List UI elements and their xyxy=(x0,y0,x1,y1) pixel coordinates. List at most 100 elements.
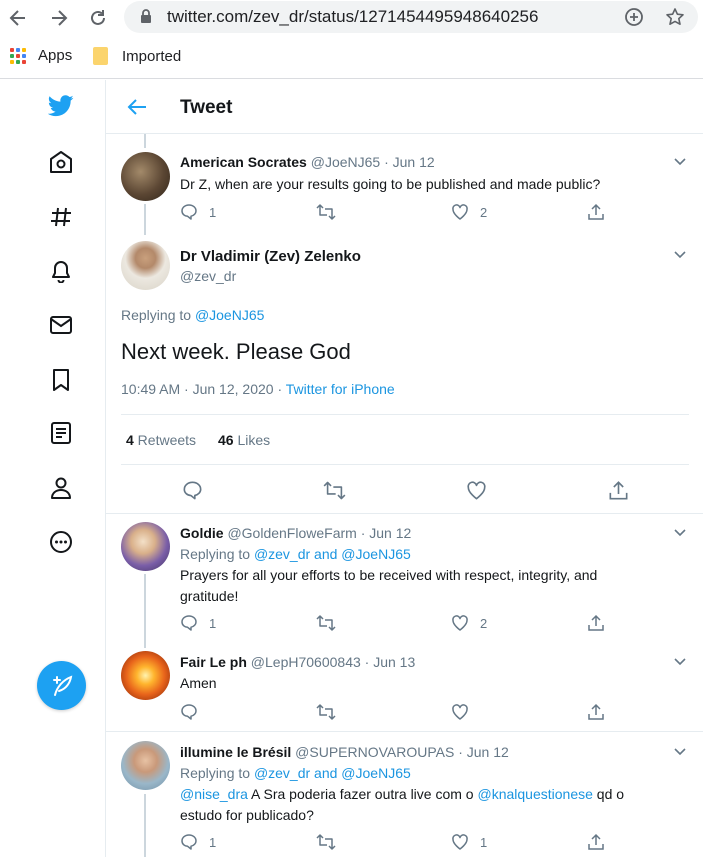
share-icon xyxy=(588,833,604,850)
share-icon xyxy=(609,481,628,500)
avatar[interactable] xyxy=(121,522,170,571)
tweet-date[interactable]: · Jun 12 xyxy=(458,744,509,760)
share-button[interactable] xyxy=(608,480,640,501)
folder-icon xyxy=(93,47,108,65)
reload-icon xyxy=(91,10,105,25)
share-button[interactable] xyxy=(587,614,616,632)
like-button[interactable]: 2 xyxy=(451,614,487,632)
chevron-down-icon[interactable] xyxy=(673,527,687,537)
profile-icon[interactable] xyxy=(48,475,74,501)
forward-button[interactable] xyxy=(46,5,72,31)
tweet-timestamp[interactable]: 10:49 AM · Jun 12, 2020 · xyxy=(121,381,286,397)
author-handle[interactable]: @zev_dr xyxy=(180,268,236,284)
mention-link[interactable]: @zev_dr and @JoeNJ65 xyxy=(254,546,411,562)
bookmarks-icon[interactable] xyxy=(48,367,74,393)
share-button[interactable] xyxy=(587,703,616,721)
author-handle[interactable]: @SUPERNOVAROUPAS xyxy=(295,744,454,760)
mention-link[interactable]: @nise_dra xyxy=(180,786,248,802)
address-bar[interactable]: twitter.com/zev_dr/status/12714544959486… xyxy=(124,1,698,33)
author-name[interactable]: Fair Le ph xyxy=(180,654,247,670)
share-button[interactable] xyxy=(587,833,616,851)
compose-tweet-button[interactable] xyxy=(37,661,86,710)
tweet-date[interactable]: · Jun 12 xyxy=(384,154,435,170)
bookmark-apps[interactable]: Apps xyxy=(10,47,72,64)
back-button[interactable] xyxy=(5,5,31,31)
retweet-button[interactable] xyxy=(323,480,357,501)
tweet-text: Amen xyxy=(180,675,217,691)
home-icon[interactable] xyxy=(48,149,74,175)
chevron-down-icon[interactable] xyxy=(673,656,687,666)
avatar[interactable] xyxy=(121,741,170,790)
reply-button[interactable]: 1 xyxy=(180,614,216,632)
reply-tweet[interactable]: Fair Le ph @LepH70600843 · Jun 13 Amen xyxy=(106,632,703,731)
like-button[interactable]: 2 xyxy=(451,203,487,221)
explore-hashtag-icon[interactable] xyxy=(48,204,74,230)
tweet-date[interactable]: · Jun 12 xyxy=(361,525,412,541)
tweet-text: Next week. Please God xyxy=(121,339,351,364)
heart-icon xyxy=(452,834,468,850)
reply-button[interactable] xyxy=(182,480,214,501)
tweet-actions: 1 2 xyxy=(180,614,610,634)
focused-tweet: Dr Vladimir (Zev) Zelenko @zev_dr Replyi… xyxy=(106,235,703,513)
lists-icon[interactable] xyxy=(48,420,74,446)
parent-tweet[interactable]: American Socrates @JoeNJ65 · Jun 12 Dr Z… xyxy=(106,134,703,235)
reply-count: 1 xyxy=(209,204,217,220)
retweet-icon xyxy=(316,704,336,720)
author-name[interactable]: American Socrates xyxy=(180,154,307,170)
add-icon[interactable] xyxy=(624,7,644,27)
sidebar-nav xyxy=(0,80,106,857)
retweets-stat[interactable]: 4 Retweets xyxy=(126,432,196,448)
mention-link[interactable]: @knalquestionese xyxy=(478,786,593,802)
star-icon[interactable] xyxy=(665,7,685,27)
likes-stat[interactable]: 46 Likes xyxy=(218,432,270,448)
forward-arrow-icon xyxy=(52,10,68,26)
reply-button[interactable] xyxy=(180,703,209,721)
retweet-button[interactable] xyxy=(316,703,347,721)
retweet-button[interactable] xyxy=(316,833,347,851)
author-handle[interactable]: @LepH70600843 xyxy=(251,654,361,670)
chevron-down-icon[interactable] xyxy=(673,156,687,166)
like-button[interactable] xyxy=(466,480,498,501)
share-icon xyxy=(588,703,604,720)
like-count: 1 xyxy=(480,834,488,850)
reply-count: 1 xyxy=(209,834,217,850)
reply-button[interactable]: 1 xyxy=(180,833,216,851)
reply-tweet[interactable]: Goldie @GoldenFloweFarm · Jun 12 Replyin… xyxy=(106,514,703,632)
author-handle[interactable]: @JoeNJ65 xyxy=(311,154,380,170)
chevron-down-icon[interactable] xyxy=(673,746,687,756)
tweet-date[interactable]: · Jun 13 xyxy=(365,654,416,670)
tweet-source[interactable]: Twitter for iPhone xyxy=(286,381,395,397)
author-name[interactable]: Dr Vladimir (Zev) Zelenko xyxy=(180,248,361,265)
back-arrow-icon[interactable] xyxy=(126,96,148,118)
tweet-text: Prayers for all your efforts to be recei… xyxy=(180,567,598,604)
reply-button[interactable]: 1 xyxy=(180,203,216,221)
retweet-button[interactable] xyxy=(316,614,347,632)
reply-tweet[interactable]: illumine le Brésil @SUPERNOVAROUPAS · Ju… xyxy=(106,732,703,857)
replying-to: Replying to @zev_dr and @JoeNJ65 xyxy=(180,765,411,781)
like-button[interactable] xyxy=(451,703,480,721)
messages-envelope-icon[interactable] xyxy=(48,312,74,338)
retweet-button[interactable] xyxy=(316,203,347,221)
like-button[interactable]: 1 xyxy=(451,833,487,851)
avatar[interactable] xyxy=(121,152,170,201)
avatar[interactable] xyxy=(121,651,170,700)
share-icon xyxy=(588,203,604,220)
bookmark-label: Apps xyxy=(38,47,73,64)
author-handle[interactable]: @GoldenFloweFarm xyxy=(227,525,356,541)
twitter-logo-icon[interactable] xyxy=(48,93,74,119)
retweet-icon xyxy=(316,834,336,850)
author-name[interactable]: illumine le Brésil xyxy=(180,744,291,760)
chevron-down-icon[interactable] xyxy=(673,249,687,259)
bookmark-imported[interactable]: Imported xyxy=(93,47,181,65)
share-button[interactable] xyxy=(587,203,616,221)
apps-grid-icon xyxy=(10,47,26,64)
reply-icon xyxy=(181,615,197,631)
more-icon[interactable] xyxy=(48,529,74,555)
mention-link[interactable]: @JoeNJ65 xyxy=(195,307,264,323)
author-name[interactable]: Goldie xyxy=(180,525,224,541)
reply-icon xyxy=(181,704,197,720)
reload-button[interactable] xyxy=(85,5,111,31)
avatar[interactable] xyxy=(121,241,170,290)
notifications-bell-icon[interactable] xyxy=(48,258,74,284)
mention-link[interactable]: @zev_dr and @JoeNJ65 xyxy=(254,765,411,781)
